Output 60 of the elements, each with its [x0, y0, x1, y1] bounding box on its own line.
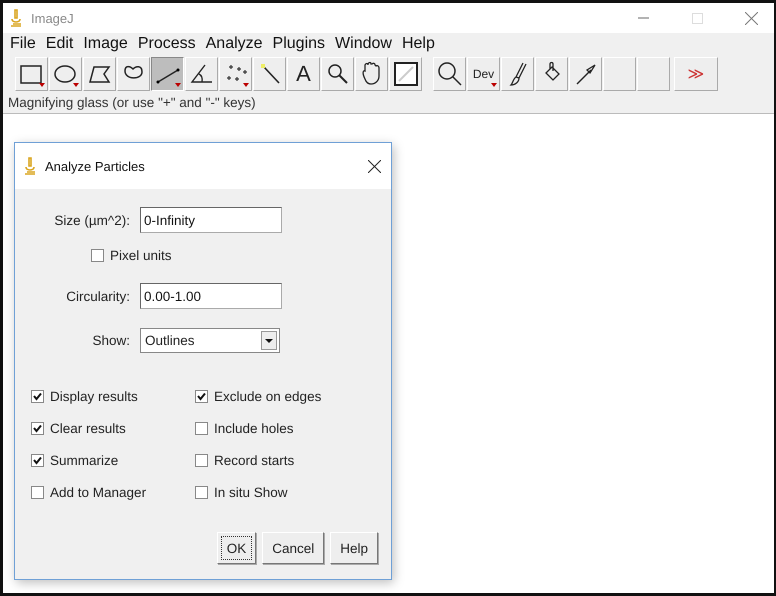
checkbox[interactable] — [195, 486, 208, 499]
window-title: ImageJ — [31, 10, 75, 26]
checkbox-label: Exclude on edges — [214, 389, 322, 404]
checkbox[interactable] — [195, 422, 208, 435]
freehand-tool-button[interactable] — [117, 57, 150, 91]
arrow-tool-button[interactable] — [569, 57, 602, 91]
menu-item[interactable]: File — [5, 35, 41, 53]
dialog-title: Analyze Particles — [45, 158, 146, 174]
checkbox[interactable] — [195, 390, 208, 403]
more-tools-button[interactable]: ≫ — [674, 57, 718, 91]
checkbox[interactable] — [31, 486, 44, 499]
menu-item[interactable]: Window — [330, 35, 397, 53]
developer-menu-button[interactable]: Dev — [467, 57, 500, 91]
angle-tool-button[interactable] — [185, 57, 218, 91]
menu-item[interactable]: Analyze — [200, 35, 268, 53]
minimize-icon[interactable] — [638, 17, 648, 19]
points-tool-button[interactable] — [219, 57, 252, 91]
brush-tool-button[interactable] — [501, 57, 534, 91]
dropper-tool-button[interactable] — [389, 57, 422, 91]
dialog-button[interactable]: Help — [330, 532, 378, 564]
rectangle-tool-button[interactable] — [15, 57, 48, 91]
field-label: Circularity: — [65, 288, 131, 304]
checkbox[interactable] — [195, 454, 208, 467]
bucket-tool-button[interactable] — [535, 57, 568, 91]
checkbox-label: Display results — [50, 389, 138, 404]
menu-item[interactable]: Image — [78, 35, 133, 53]
show-dropdown[interactable]: Outlines — [140, 328, 280, 352]
app-icon — [9, 9, 23, 27]
checkbox[interactable] — [31, 422, 44, 435]
polygon-tool-button[interactable] — [83, 57, 116, 91]
hand-tool-button[interactable] — [355, 57, 388, 91]
oval-tool-button[interactable] — [49, 57, 82, 91]
text-tool-button[interactable]: A — [287, 57, 320, 91]
checkbox-label: Record starts — [214, 453, 294, 468]
dialog-button[interactable]: Cancel — [262, 532, 324, 564]
checkbox[interactable] — [31, 454, 44, 467]
checkbox-label: In situ Show — [214, 485, 288, 500]
menu-item[interactable]: Plugins — [268, 35, 330, 53]
field-label: Show: — [91, 332, 131, 348]
checkbox[interactable] — [91, 248, 104, 262]
dialog-button[interactable]: OK — [216, 532, 256, 564]
zoom-tool-button[interactable] — [321, 57, 354, 91]
checkbox-label: Pixel units — [110, 248, 172, 262]
size-field[interactable]: 0-Infinity — [140, 207, 282, 233]
status-text: Magnifying glass (or use "+" and "-" keys) — [7, 94, 257, 112]
checkbox-label: Include holes — [214, 421, 294, 436]
close-icon[interactable] — [368, 160, 381, 172]
checkbox-label: Clear results — [50, 421, 126, 436]
checkbox-label: Summarize — [50, 453, 118, 468]
magnifier-tool-button[interactable] — [433, 57, 466, 91]
checkbox-label: Add to Manager — [50, 485, 146, 500]
circularity-field[interactable]: 0.00-1.00 — [140, 283, 282, 309]
line-tool-button[interactable] — [151, 57, 184, 91]
field-label: Size (µm^2): — [53, 212, 131, 228]
checkbox[interactable] — [31, 390, 44, 403]
menu-item[interactable]: Help — [396, 35, 440, 53]
wand-tool-button[interactable] — [253, 57, 286, 91]
menu-item[interactable]: Edit — [40, 35, 78, 53]
menu-item[interactable]: Process — [132, 35, 201, 53]
dialog-icon — [23, 157, 37, 175]
